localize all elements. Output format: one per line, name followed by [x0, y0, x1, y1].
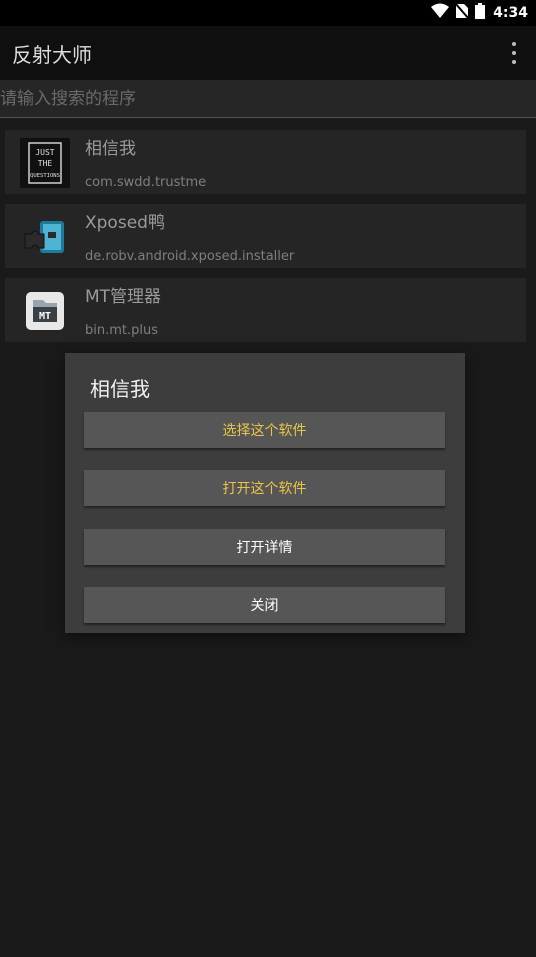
list-item-trustme[interactable]: JUST THE QUESTIONS 相信我 com.swdd.trustme — [5, 130, 526, 194]
status-icons: 4:34 — [431, 2, 528, 23]
open-details-button[interactable]: 打开详情 — [84, 529, 445, 565]
icon-text-questions: QUESTIONS — [30, 173, 60, 179]
open-app-button[interactable]: 打开这个软件 — [84, 470, 445, 506]
app-package: bin.mt.plus — [85, 323, 159, 338]
list-item-xposed[interactable]: Xposed鸭 de.robv.android.xposed.installer — [5, 204, 526, 268]
icon-text-just: JUST — [35, 148, 54, 157]
wifi-icon — [431, 3, 450, 23]
xposed-puzzle-icon — [20, 212, 70, 262]
app-action-dialog: 相信我 选择这个软件 打开这个软件 打开详情 关闭 — [65, 353, 465, 633]
battery-icon — [475, 3, 486, 23]
status-bar: 4:34 — [0, 0, 536, 26]
app-name: MT管理器 — [85, 287, 162, 307]
status-time: 4:34 — [493, 5, 528, 21]
no-sim-icon — [454, 2, 470, 23]
dialog-title: 相信我 — [90, 377, 150, 401]
app-name: 相信我 — [85, 139, 136, 159]
close-button[interactable]: 关闭 — [84, 587, 445, 623]
app-package: com.swdd.trustme — [85, 175, 207, 190]
app-package: de.robv.android.xposed.installer — [85, 249, 295, 264]
app-title: 反射大师 — [12, 43, 92, 67]
mt-manager-icon: MT — [20, 286, 70, 336]
app-name: Xposed鸭 — [85, 213, 165, 233]
icon-text-the: THE — [38, 159, 53, 168]
icon-text-mt: MT — [39, 311, 51, 322]
list-item-mt[interactable]: MT MT管理器 bin.mt.plus — [5, 278, 526, 342]
select-app-button[interactable]: 选择这个软件 — [84, 412, 445, 448]
more-vert-icon[interactable] — [506, 42, 522, 64]
just-the-questions-icon: JUST THE QUESTIONS — [20, 138, 70, 188]
search-bar — [0, 80, 536, 118]
app-bar: 反射大师 — [0, 26, 536, 80]
search-input[interactable] — [0, 86, 520, 112]
